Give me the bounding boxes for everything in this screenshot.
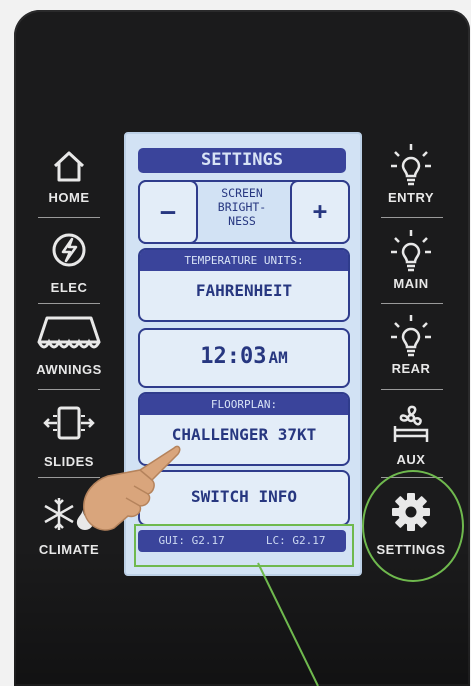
annotation-line [257, 562, 319, 686]
hand-pointer [83, 445, 181, 531]
